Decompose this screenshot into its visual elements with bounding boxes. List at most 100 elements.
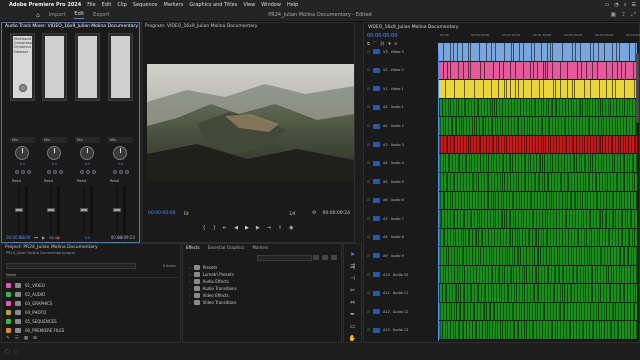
track-header-a3[interactable]: ⊡ A3 Audio 3 [367,136,438,154]
timeline-clip[interactable] [561,80,568,98]
timeline-clip[interactable] [509,117,519,135]
solo-toggle[interactable] [52,170,57,174]
zoom-fit-dropdown[interactable]: Fit [184,211,189,216]
spotlight-icon[interactable]: ⌕ [624,2,627,8]
track-header-a10[interactable]: ⊡ A10 Audio 10 [367,266,438,284]
play-icon[interactable]: ▶ [245,225,249,231]
go-to-in-icon[interactable]: ⇤ [223,225,227,231]
timeline-clip[interactable] [465,302,475,321]
timeline-clip[interactable] [509,284,517,302]
playback-resolution-dropdown[interactable]: 1/4 [289,211,295,216]
mark-out-icon[interactable]: } [213,225,216,231]
timeline-clip[interactable] [538,302,545,321]
timeline-clip[interactable] [584,210,591,228]
timeline-clip[interactable] [489,172,498,191]
timeline-clip[interactable] [451,61,459,80]
mixer-timecode[interactable]: 00:00:00:00 [6,235,30,240]
menu-window[interactable]: Window [261,2,281,8]
timeline-clip[interactable] [562,172,569,191]
timeline-clip[interactable] [504,154,511,172]
record-toggle[interactable] [124,170,129,174]
timeline-clip[interactable] [603,135,613,154]
timeline-clip[interactable] [505,265,512,284]
timeline-clip[interactable] [634,154,637,172]
automation-mode-1[interactable]: Read [10,178,35,184]
timeline-clip[interactable] [464,117,473,135]
timeline-clip[interactable] [574,98,581,117]
track-target-toggle[interactable] [373,327,380,333]
timeline-clip[interactable] [464,247,473,265]
timeline-clip[interactable] [524,61,531,80]
track-target-toggle[interactable] [373,49,380,55]
label-color-swatch[interactable] [6,300,11,306]
timeline-clip[interactable] [545,302,554,321]
timeline-clip[interactable] [611,247,621,265]
record-toggle[interactable] [26,170,31,174]
timeline-clip[interactable] [484,80,492,98]
timeline-clip[interactable] [448,210,455,228]
timeline-clip[interactable] [567,210,576,228]
timeline-clip[interactable] [574,247,582,265]
timeline-clip[interactable] [545,154,553,172]
control-center-icon[interactable]: ☰ [632,2,636,8]
pan-value-1[interactable]: 0.0 [10,162,35,166]
solo-toggle[interactable] [85,170,90,174]
timeline-clip[interactable] [511,172,519,191]
record-toggle[interactable] [91,170,96,174]
timeline-clip[interactable] [472,284,479,302]
label-color-swatch[interactable] [6,318,11,324]
pan-knob-3[interactable] [80,146,94,160]
pan-value-2[interactable]: 0.0 [42,162,67,166]
timeline-clip[interactable] [472,154,481,172]
effects-folder[interactable]: › Lumetri Presets [189,271,234,278]
timeline-clip[interactable] [516,61,524,80]
solo-toggle[interactable] [20,170,25,174]
home-icon[interactable]: ⌂ [36,12,40,19]
fader-handle[interactable] [15,208,23,212]
lock-icon[interactable]: ⊡ [367,124,371,128]
timeline-clip[interactable] [578,265,586,284]
timeline-clip[interactable] [455,80,465,98]
timeline-clip[interactable] [446,117,453,135]
track-lane-a1[interactable] [438,98,637,117]
track-header-a1[interactable]: ⊡ A1 Audio 1 [367,99,438,117]
timeline-clip[interactable] [554,302,561,321]
track-header-a6[interactable]: ⊡ A6 Audio 6 [367,192,438,210]
menu-edit[interactable]: Edit [102,2,112,8]
timeline-clip[interactable] [592,247,602,265]
track-lane-a11[interactable] [438,284,637,302]
track-lane-a3[interactable] [438,135,637,154]
timeline-clip[interactable] [578,284,586,302]
fader-handle[interactable] [113,208,121,212]
selection-tool-icon[interactable]: ➤ [350,251,355,258]
lock-icon[interactable]: ⊡ [367,180,371,184]
track-area[interactable] [438,43,637,341]
automation-mode-3[interactable]: Read [75,178,100,184]
timeline-clip[interactable] [610,117,618,135]
bin-item[interactable]: 02_AUDIO [6,290,178,298]
menu-clip[interactable]: Clip [117,2,126,8]
label-color-swatch[interactable] [6,291,11,297]
timeline-clip[interactable] [560,247,569,265]
timeline-clip[interactable] [448,228,456,247]
channel-toggles-1[interactable] [10,170,35,174]
timeline-clip[interactable] [548,284,555,302]
track-header-a11[interactable]: ⊡ A11 Audio 11 [367,284,438,302]
pan-value-4[interactable]: 0.0 [108,162,133,166]
timeline-clip[interactable] [512,98,521,117]
volume-fader-2[interactable]: 0.0 [42,186,67,240]
timeline-clip[interactable] [561,61,568,80]
pencil-icon[interactable]: ✎ [6,336,10,341]
status-icon[interactable]: ▢ [5,349,10,355]
timeline-clip[interactable] [554,191,563,210]
step-back-icon[interactable]: ◀ [234,225,238,231]
step-forward-icon[interactable]: ▶ [256,225,260,231]
track-header-a12[interactable]: ⊡ A12 Audio 12 [367,303,438,321]
channel-toggles-4[interactable] [108,170,133,174]
timeline-clip[interactable] [591,80,600,98]
ripple-edit-icon[interactable]: ⊣ [350,275,355,282]
timeline-clip[interactable] [616,210,623,228]
timeline-clip[interactable] [484,247,492,265]
track-target-toggle[interactable] [373,216,380,222]
track-lane-v3[interactable] [438,43,637,61]
